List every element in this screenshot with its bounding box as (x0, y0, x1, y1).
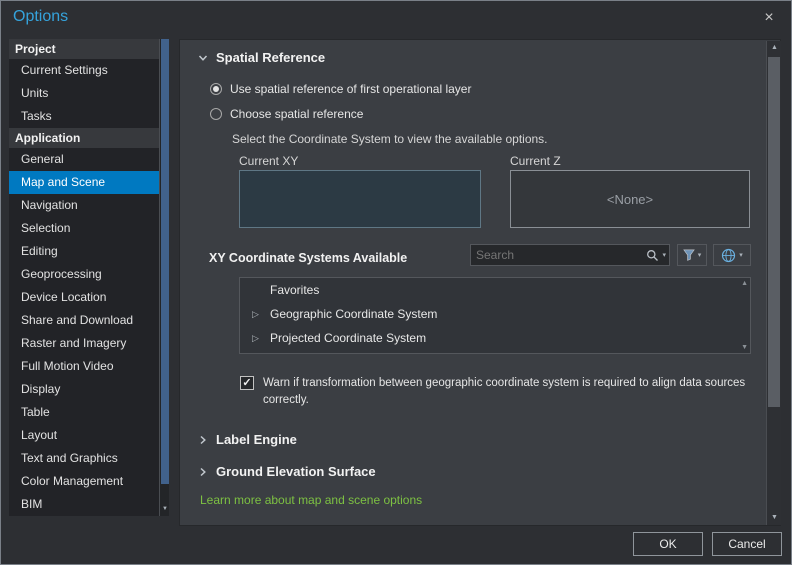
sidebar-section-header-project: Project (9, 39, 159, 59)
sidebar-item-color-management[interactable]: Color Management (9, 470, 159, 493)
sidebar-item-selection[interactable]: Selection (9, 217, 159, 240)
sidebar-item-current-settings[interactable]: Current Settings (9, 59, 159, 82)
sidebar-scrollbar-thumb[interactable] (161, 39, 169, 484)
sidebar-section-header-application: Application (9, 128, 159, 148)
section-header-ground-elevation-surface[interactable]: Ground Elevation Surface (198, 464, 376, 479)
sidebar-item-full-motion-video[interactable]: Full Motion Video (9, 355, 159, 378)
chevron-right-icon (198, 467, 208, 477)
radio-choose-spatial-reference[interactable]: Choose spatial reference (210, 107, 363, 121)
sidebar-item-tasks[interactable]: Tasks (9, 105, 159, 128)
close-button[interactable]: × (757, 6, 781, 30)
sidebar-scrollbar[interactable]: ▼ (159, 39, 169, 516)
search-box: ▾ (470, 244, 670, 266)
current-z-box: <None> (510, 170, 750, 228)
options-dialog: Options × Project Current Settings Units… (0, 0, 792, 565)
list-scroll-up-icon[interactable]: ▲ (741, 280, 748, 287)
warn-transformation-label: Warn if transformation between geographi… (263, 377, 746, 406)
section-header-spatial-reference[interactable]: Spatial Reference (198, 50, 325, 65)
search-icon[interactable] (646, 249, 659, 262)
sidebar-item-navigation[interactable]: Navigation (9, 194, 159, 217)
checkbox-checked[interactable]: ✓ (240, 376, 254, 390)
current-z-label: Current Z (510, 154, 561, 168)
content-panel: Spatial Reference Use spatial reference … (179, 39, 781, 526)
content-scrollbar-thumb[interactable] (768, 57, 780, 407)
globe-icon (721, 248, 736, 263)
ok-button[interactable]: OK (633, 532, 703, 556)
sidebar-item-display[interactable]: Display (9, 378, 159, 401)
filter-button[interactable]: ▾ (677, 244, 707, 266)
current-z-value: <None> (606, 191, 654, 207)
sidebar-item-geoprocessing[interactable]: Geoprocessing (9, 263, 159, 286)
list-item-projected-coordinate-system[interactable]: ▷ Projected Coordinate System (240, 326, 750, 350)
content-scroll-up-icon[interactable]: ▲ (767, 41, 782, 55)
cancel-button[interactable]: Cancel (712, 532, 782, 556)
radio-use-first-layer-label: Use spatial reference of first operation… (230, 82, 472, 96)
expand-icon[interactable]: ▷ (252, 326, 259, 350)
current-xy-box (239, 170, 481, 228)
sidebar-item-general[interactable]: General (9, 148, 159, 171)
sidebar-item-map-and-scene[interactable]: Map and Scene (9, 171, 159, 194)
sidebar-item-device-location[interactable]: Device Location (9, 286, 159, 309)
list-item-geographic-coordinate-system[interactable]: ▷ Geographic Coordinate System (240, 302, 750, 326)
radio-use-first-layer[interactable]: Use spatial reference of first operation… (210, 82, 471, 96)
content-scrollbar[interactable]: ▲ ▼ (766, 41, 781, 525)
filter-icon (682, 249, 695, 261)
sidebar-item-text-and-graphics[interactable]: Text and Graphics (9, 447, 159, 470)
radio-unselected-icon (210, 108, 222, 120)
coordinate-systems-list: Favorites ▷ Geographic Coordinate System… (239, 277, 751, 354)
sidebar-item-editing[interactable]: Editing (9, 240, 159, 263)
coordinate-system-hint: Select the Coordinate System to view the… (232, 132, 548, 146)
content-scroll-down-icon[interactable]: ▼ (767, 511, 782, 525)
sidebar-item-bim[interactable]: BIM (9, 493, 159, 516)
check-icon: ✓ (242, 377, 252, 389)
globe-button[interactable]: ▾ (713, 244, 751, 266)
section-title: Spatial Reference (216, 50, 326, 65)
current-xy-label: Current XY (239, 154, 299, 168)
search-input[interactable] (476, 246, 624, 264)
filter-dropdown-icon: ▾ (697, 252, 702, 259)
globe-dropdown-icon: ▾ (739, 252, 743, 259)
radio-selected-icon (210, 83, 222, 95)
warn-transformation-checkbox-row[interactable]: ✓ Warn if transformation between geograp… (240, 375, 752, 408)
section-title: Label Engine (216, 432, 297, 447)
close-icon: × (764, 9, 774, 26)
chevron-down-icon (198, 53, 208, 63)
sidebar-item-table[interactable]: Table (9, 401, 159, 424)
search-dropdown-icon[interactable]: ▾ (662, 251, 666, 259)
sidebar: Project Current Settings Units Tasks App… (9, 39, 159, 516)
window-title: Options (13, 8, 69, 25)
list-scroll-down-icon[interactable]: ▼ (741, 344, 748, 351)
list-item-label: Geographic Coordinate System (270, 307, 438, 321)
sidebar-item-raster-and-imagery[interactable]: Raster and Imagery (9, 332, 159, 355)
xy-coordinate-systems-available-label: XY Coordinate Systems Available (209, 251, 408, 265)
section-title: Ground Elevation Surface (216, 464, 376, 479)
list-item-label: Favorites (270, 283, 320, 297)
sidebar-item-layout[interactable]: Layout (9, 424, 159, 447)
radio-choose-label: Choose spatial reference (230, 107, 364, 121)
list-item-label: Projected Coordinate System (270, 331, 427, 345)
sidebar-item-share-and-download[interactable]: Share and Download (9, 309, 159, 332)
chevron-right-icon (198, 435, 208, 445)
titlebar: Options × (1, 1, 791, 37)
expand-icon[interactable]: ▷ (252, 302, 259, 326)
sidebar-scroll-down-icon[interactable]: ▼ (160, 503, 170, 515)
sidebar-item-units[interactable]: Units (9, 82, 159, 105)
list-item-favorites[interactable]: Favorites (240, 278, 750, 302)
learn-more-link[interactable]: Learn more about map and scene options (200, 493, 422, 507)
section-header-label-engine[interactable]: Label Engine (198, 432, 297, 447)
